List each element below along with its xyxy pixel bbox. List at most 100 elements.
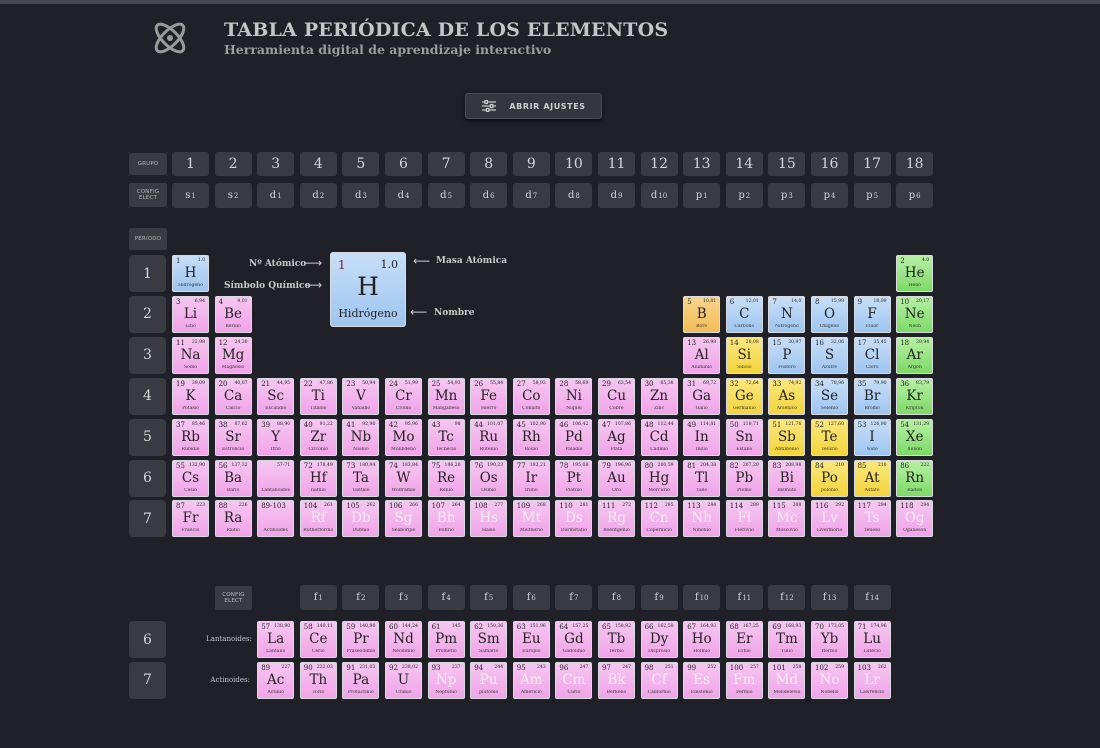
element-cell[interactable]: 83 208,98 Bi Bismuto	[768, 459, 806, 497]
element-cell[interactable]: 85 210 At Astato	[853, 459, 891, 497]
element-cell[interactable]: 39 88,90 Y Itrio	[257, 418, 295, 456]
f-config[interactable]: f5	[470, 585, 508, 610]
f-config[interactable]: f 10	[683, 585, 721, 610]
element-cell[interactable]: 23 50,94 V Vanadio	[342, 377, 380, 415]
element-cell[interactable]: 17 35,45 Cl Cloro	[853, 336, 891, 374]
element-cell[interactable]: 37 85,46 Rb Rubidio	[172, 418, 209, 456]
group-config[interactable]: p6	[896, 183, 934, 208]
element-cell[interactable]: 25 54,93 Mn Manganeso	[427, 377, 465, 415]
element-cell[interactable]: 84 210 Po polonio	[811, 459, 848, 497]
group-config[interactable]: p1	[683, 183, 721, 208]
element-cell[interactable]: 89 227 Ac Actinio	[257, 661, 295, 699]
element-cell[interactable]: 114 289 Fl Flerovio	[725, 500, 763, 538]
element-cell[interactable]: 46 106,42 Pd Paladio	[555, 418, 593, 456]
element-cell[interactable]: 115 288 Mc Moscovio	[768, 500, 806, 538]
f-config[interactable]: f1	[299, 585, 337, 610]
element-cell[interactable]: 2 4.0 He Helio	[896, 255, 934, 292]
element-cell[interactable]: 34 78,96 Se Selenio	[811, 377, 848, 415]
element-cell[interactable]: 101 258 Md Mendelevio	[768, 661, 806, 699]
element-cell[interactable]: 3 6,94 Li Litio	[172, 295, 209, 333]
f-config[interactable]: f8	[598, 585, 635, 610]
group-config[interactable]: d7	[512, 183, 550, 208]
element-cell[interactable]: 26 55,84 Fe Hierro	[470, 377, 508, 415]
element-cell[interactable]: 44 101,07 Ru Rutenio	[470, 418, 508, 456]
element-cell[interactable]: 92 238,02 U Uranio	[385, 661, 422, 699]
f-config[interactable]: f2	[342, 585, 380, 610]
element-cell[interactable]: 28 58,69 Ni Níquel	[555, 377, 593, 415]
f-config[interactable]: f 11	[725, 585, 763, 610]
element-cell[interactable]: 71 174,96 Lu Lutecio	[853, 621, 891, 658]
group-number[interactable]: 17	[853, 152, 891, 176]
element-cell[interactable]: 100 257 Fm Fermio	[725, 661, 763, 699]
element-cell[interactable]: 43 98 Tc Tecnecio	[427, 418, 465, 456]
group-number[interactable]: 8	[470, 152, 508, 176]
group-number[interactable]: 1	[172, 152, 209, 176]
element-cell[interactable]: 88 226 Ra Radio	[214, 500, 252, 538]
f-config[interactable]: f 13	[811, 585, 848, 610]
element-cell[interactable]: 18 39,94 Ar Argón	[896, 336, 934, 374]
element-cell[interactable]: 109 268 Mt Meitnerio	[512, 500, 550, 538]
f-config[interactable]: f4	[427, 585, 465, 610]
element-cell[interactable]: 47 107,86 Ag Plata	[598, 418, 635, 456]
group-number[interactable]: 18	[896, 152, 934, 176]
element-cell[interactable]: 118 294 Og Oganesón	[896, 500, 934, 538]
group-config[interactable]: d9	[598, 183, 635, 208]
element-cell[interactable]: 67 164,93 Ho Holmio	[683, 621, 721, 658]
element-cell[interactable]: 112 285 Cn Copernicio	[640, 500, 678, 538]
element-cell[interactable]: 97 247 Bk Berkelio	[598, 661, 635, 699]
group-config[interactable]: d 10	[640, 183, 678, 208]
element-cell[interactable]: 86 222 Rn Radón	[896, 459, 934, 497]
element-cell[interactable]: 24 51,99 Cr Cromo	[385, 377, 422, 415]
group-config[interactable]: p4	[811, 183, 848, 208]
element-cell[interactable]: 49 114,81 In Indio	[683, 418, 721, 456]
group-config[interactable]: d8	[555, 183, 593, 208]
open-settings-button[interactable]: ABRIR AJUSTES	[465, 93, 602, 119]
element-cell[interactable]: 99 252 Es Einstenio	[683, 661, 721, 699]
element-cell[interactable]: 116 292 Lv Livermorio	[811, 500, 848, 538]
element-cell[interactable]: 77 192,21 Ir Iridio	[512, 459, 550, 497]
element-cell[interactable]: 19 39,09 K Potasio	[172, 377, 209, 415]
group-number[interactable]: 9	[512, 152, 550, 176]
group-config[interactable]: s1	[172, 183, 209, 208]
group-config[interactable]: d5	[427, 183, 465, 208]
element-cell[interactable]: 42 95,96 Mo Molibdeno	[385, 418, 422, 456]
element-cell[interactable]: 95 243 Am Americio	[512, 661, 550, 699]
f-config[interactable]: f9	[640, 585, 678, 610]
element-cell[interactable]: 10 20,17 Ne Neón	[896, 295, 934, 333]
group-number[interactable]: 2	[214, 152, 252, 176]
f-config[interactable]: f 14	[853, 585, 891, 610]
element-cell[interactable]: 72 178,49 Hf hafnio	[299, 459, 337, 497]
element-cell[interactable]: 38 87,62 Sr Estroncio	[214, 418, 252, 456]
element-cell[interactable]: 7 14,0 N Nitrógeno	[768, 295, 806, 333]
element-cell[interactable]: 41 92,90 Nb Niobio	[342, 418, 380, 456]
element-cell[interactable]: 9 18,99 F Flúor	[853, 295, 891, 333]
element-cell[interactable]: 58 140,11 Ce Cerio	[299, 621, 337, 658]
group-config[interactable]: d3	[342, 183, 380, 208]
element-cell[interactable]: 35 79,90 Br Bromo	[853, 377, 891, 415]
element-cell[interactable]: 81 204,38 Tl Talio	[683, 459, 721, 497]
group-config[interactable]: d6	[470, 183, 508, 208]
element-cell[interactable]: 56 137,32 Ba Bario	[214, 459, 252, 497]
group-number[interactable]: 10	[555, 152, 593, 176]
element-cell[interactable]: 1 1.0 H Hidrógeno	[172, 255, 209, 292]
group-config[interactable]: p2	[725, 183, 763, 208]
element-cell[interactable]: 55 132,90 Cs Cesio	[172, 459, 209, 497]
group-config[interactable]: d2	[299, 183, 337, 208]
element-cell[interactable]: 65 158,92 Tb Terbio	[598, 621, 635, 658]
element-cell[interactable]: 32 72,64 Ge Germanio	[725, 377, 763, 415]
element-cell[interactable]: 117 294 Ts Teneso	[853, 500, 891, 538]
element-cell[interactable]: 30 65,38 Zn Zinc	[640, 377, 678, 415]
element-cell[interactable]: 105 262 Db Dubnio	[342, 500, 380, 538]
element-cell[interactable]: 31 69,72 Ga Galio	[683, 377, 721, 415]
element-cell[interactable]: 20 40,07 Ca Calcio	[214, 377, 252, 415]
group-number[interactable]: 4	[299, 152, 337, 176]
element-cell[interactable]: 68 167,25 Er Erbio	[725, 621, 763, 658]
element-cell[interactable]: 93 237 Np Neptunio	[427, 661, 465, 699]
group-number[interactable]: 14	[725, 152, 763, 176]
element-cell[interactable]: 106 266 Sg Seaborgio	[385, 500, 422, 538]
element-cell[interactable]: 12 24,30 Mg Magnesio	[214, 336, 252, 374]
f-config[interactable]: f6	[512, 585, 550, 610]
element-cell[interactable]: 107 264 Bh Bohrio	[427, 500, 465, 538]
element-cell[interactable]: 48 112,44 Cd Cadmio	[640, 418, 678, 456]
element-cell[interactable]: 82 207,20 Pb Plomo	[725, 459, 763, 497]
